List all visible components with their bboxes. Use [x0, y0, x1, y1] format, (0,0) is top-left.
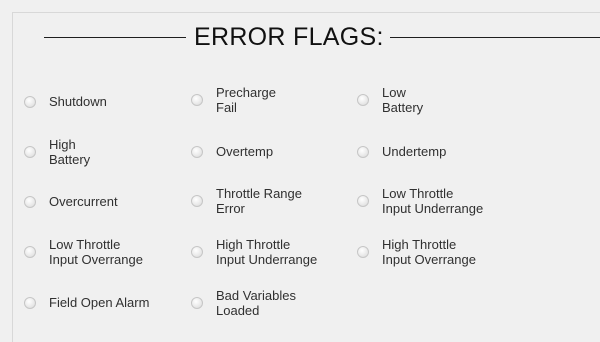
flag-label: Low Throttle Input Overrange	[49, 237, 143, 267]
flag-label: Field Open Alarm	[49, 295, 150, 310]
flag-overtemp[interactable]: Overtemp	[191, 144, 273, 159]
flag-shutdown[interactable]: Shutdown	[24, 94, 107, 109]
undertemp-radio[interactable]	[357, 145, 369, 158]
flag-low-throttle-input-overrange[interactable]: Low Throttle Input Overrange	[24, 237, 143, 267]
flag-label: Throttle Range Error	[216, 186, 302, 216]
flag-label: High Battery	[49, 137, 91, 167]
flag-label: Undertemp	[382, 144, 447, 159]
flag-label: Precharge Fail	[216, 85, 276, 115]
flag-high-battery[interactable]: High Battery	[24, 137, 90, 167]
shutdown-radio[interactable]	[24, 95, 36, 108]
field-open-alarm-radio[interactable]	[24, 296, 36, 309]
flag-label: High Throttle Input Underrange	[216, 237, 318, 267]
flag-field-open-alarm[interactable]: Field Open Alarm	[24, 295, 149, 310]
panel-title: ERROR FLAGS:	[194, 22, 384, 51]
overcurrent-radio[interactable]	[24, 195, 36, 208]
flag-label: Shutdown	[49, 94, 107, 109]
flag-bad-variables-loaded[interactable]: Bad Variables Loaded	[191, 288, 296, 318]
flag-overcurrent[interactable]: Overcurrent	[24, 194, 118, 209]
flag-label: Overcurrent	[49, 194, 118, 209]
flag-high-throttle-input-underrange[interactable]: High Throttle Input Underrange	[191, 237, 317, 267]
flag-label: Low Throttle Input Underrange	[382, 186, 484, 216]
error-flags-header: ERROR FLAGS:	[44, 20, 600, 54]
flag-high-throttle-input-overrange[interactable]: High Throttle Input Overrange	[357, 237, 476, 267]
flag-undertemp[interactable]: Undertemp	[357, 144, 446, 159]
error-flags-panel	[12, 12, 600, 342]
low-throttle-input-underrange-radio[interactable]	[357, 195, 369, 207]
header-rule-left	[44, 36, 186, 38]
flag-label: High Throttle Input Overrange	[382, 237, 476, 267]
flag-precharge-fail[interactable]: Precharge Fail	[191, 85, 276, 115]
precharge-fail-radio[interactable]	[191, 94, 203, 106]
high-throttle-input-underrange-radio[interactable]	[191, 246, 203, 258]
throttle-range-error-radio[interactable]	[191, 195, 203, 207]
low-battery-radio[interactable]	[357, 94, 369, 106]
flag-label: Low Battery	[382, 85, 424, 115]
high-throttle-input-overrange-radio[interactable]	[357, 246, 369, 258]
header-rule-right	[389, 36, 600, 38]
overtemp-radio[interactable]	[191, 145, 203, 158]
flag-low-throttle-input-underrange[interactable]: Low Throttle Input Underrange	[357, 186, 483, 216]
flag-label: Bad Variables Loaded	[216, 288, 296, 318]
flag-low-battery[interactable]: Low Battery	[357, 85, 423, 115]
bad-variables-loaded-radio[interactable]	[191, 297, 203, 309]
low-throttle-input-overrange-radio[interactable]	[24, 246, 36, 258]
flag-throttle-range-error[interactable]: Throttle Range Error	[191, 186, 302, 216]
high-battery-radio[interactable]	[24, 146, 36, 158]
flag-label: Overtemp	[216, 144, 274, 159]
